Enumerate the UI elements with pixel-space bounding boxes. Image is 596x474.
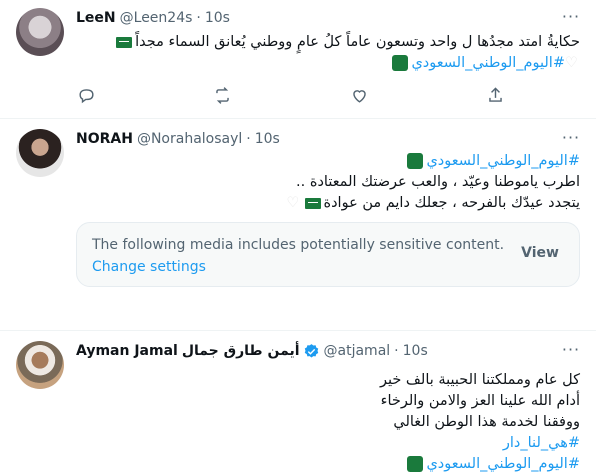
tweet-text: حكايةُ امتد مجدُها ل واحد وتسعون عاماً ك… [76, 32, 580, 74]
tweet-header: LeeN @Leen24s · 10s [76, 8, 556, 28]
retweet-icon[interactable] [213, 86, 233, 106]
avatar[interactable] [16, 129, 64, 177]
tweet-line: يتجدد عيدّك بالفرحه ، جعلك دايم من عوادة… [76, 193, 581, 214]
separator-dot: · [196, 10, 201, 26]
timestamp[interactable]: 10s [255, 131, 280, 147]
tweet-line-text: حكايةُ امتد مجدُها ل واحد وتسعون عاماً ك… [135, 34, 580, 50]
tweet-line: #هي_لنا_دار [76, 433, 580, 454]
white-heart-icon: ♡ [286, 195, 300, 211]
tweet-actions [76, 86, 506, 106]
media-warning-text: The following media includes potentially… [92, 237, 505, 253]
sensitive-media-warning: The following media includes potentially… [76, 222, 580, 287]
timestamp[interactable]: 10s [403, 343, 428, 359]
hashtag-link[interactable]: #اليوم_الوطني_السعودي [426, 153, 580, 169]
tweet-line: ووفقنا لخدمة هذا الوطن الغالي [393, 414, 580, 430]
tweet[interactable]: NORAH @Norahalosayl · 10s ··· #اليوم_الو… [0, 119, 596, 331]
change-settings-link[interactable]: Change settings [92, 259, 206, 275]
separator-dot: · [394, 343, 399, 359]
tweet-line: حكايةُ امتد مجدُها ل واحد وتسعون عاماً ك… [76, 32, 580, 53]
tweet-line: أدام الله علينا العز والامن والرخاء [380, 393, 580, 409]
user-handle[interactable]: @atjamal [324, 343, 391, 359]
white-heart-icon: ♡ [565, 55, 578, 71]
avatar[interactable] [16, 8, 64, 56]
reply-icon[interactable] [76, 86, 96, 106]
more-icon[interactable]: ··· [560, 130, 582, 151]
tweet[interactable]: Ayman Jamal أيمن طارق جمال @atjamal · 10… [0, 331, 596, 474]
user-handle[interactable]: @Leen24s [120, 10, 193, 26]
view-media-button[interactable]: View [521, 245, 559, 261]
verified-badge-icon [304, 343, 318, 358]
tweet-line: كل عام ومملكتنا الحبيبة بالف خير [379, 372, 580, 388]
tweet-line: #اليوم_الوطني_السعودي [76, 454, 580, 474]
like-icon[interactable] [349, 86, 369, 106]
hashtag-emblem-icon [407, 153, 424, 169]
tweet-line: اطرب ياموطنا وعيّد ، والعب عرضتك المعتاد… [296, 174, 580, 190]
tweet-text: #اليوم_الوطني_السعودي اطرب ياموطنا وعيّد… [76, 151, 580, 214]
tweet-text: كل عام ومملكتنا الحبيبة بالف خير أدام ال… [76, 370, 580, 474]
display-name[interactable]: NORAH [76, 131, 133, 147]
hashtag-link[interactable]: #اليوم_الوطني_السعودي [411, 55, 565, 71]
saudi-flag-icon [304, 197, 321, 209]
display-name[interactable]: Ayman Jamal [76, 343, 178, 359]
more-icon[interactable]: ··· [560, 9, 582, 30]
hashtag-link[interactable]: #اليوم_الوطني_السعودي [426, 456, 580, 472]
display-name-arabic[interactable]: أيمن طارق جمال [182, 343, 300, 359]
hashtag-emblem-icon [392, 55, 409, 71]
tweet-line: #اليوم_الوطني_السعودي [76, 151, 580, 172]
tweet-header: NORAH @Norahalosayl · 10s [76, 129, 556, 149]
timestamp[interactable]: 10s [205, 10, 230, 26]
user-handle[interactable]: @Norahalosayl [137, 131, 242, 147]
tweet-line: ♡#اليوم_الوطني_السعودي [76, 53, 580, 74]
saudi-flag-icon [116, 36, 133, 48]
tweet[interactable]: LeeN @Leen24s · 10s ··· حكايةُ امتد مجدُ… [0, 0, 596, 119]
display-name[interactable]: LeeN [76, 10, 116, 26]
hashtag-link[interactable]: #هي_لنا_دار [503, 435, 580, 451]
tweet-line-text: يتجدد عيدّك بالفرحه ، جعلك دايم من عوادة [323, 195, 581, 211]
hashtag-emblem-icon [407, 456, 424, 472]
share-icon[interactable] [486, 86, 506, 106]
separator-dot: · [246, 131, 251, 147]
timeline-feed: LeeN @Leen24s · 10s ··· حكايةُ امتد مجدُ… [0, 0, 596, 474]
tweet-header: Ayman Jamal أيمن طارق جمال @atjamal · 10… [76, 341, 556, 361]
avatar[interactable] [16, 341, 64, 389]
more-icon[interactable]: ··· [560, 342, 582, 363]
